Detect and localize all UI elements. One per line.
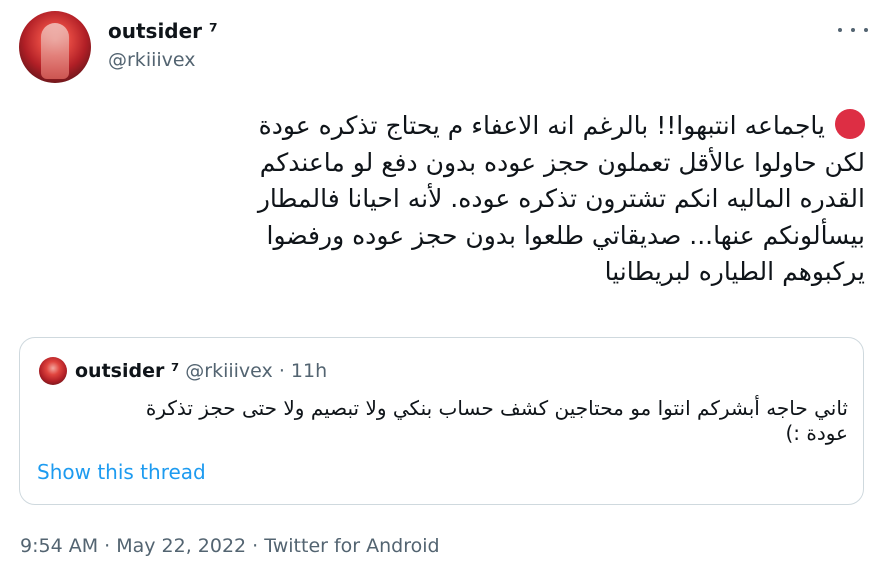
quoted-tweet-text: ثاني حاجه أبشركم انتوا مو محتاجين كشف حس… [36,396,848,446]
tweet-line: القدره الماليه انكم تشترون تذكره عوده. ل… [257,184,865,213]
red-circle-icon [835,109,865,139]
author-handle[interactable]: @rkiiivex [108,49,196,71]
quoted-handle-time: @rkiiivex · 11h [185,360,328,382]
quoted-tweet-card[interactable]: outsider ⁷ @rkiiivex · 11h ثاني حاجه أبشر… [19,337,864,505]
tweet-line: يركبوهم الطياره لبريطانيا [604,257,865,286]
show-thread-link[interactable]: Show this thread [37,460,206,484]
tweet-timestamp[interactable]: 9:54 AM · May 22, 2022 · Twitter for And… [20,535,440,557]
quoted-display-name: outsider ⁷ [75,360,180,382]
quoted-line: ثاني حاجه أبشركم انتوا مو محتاجين كشف حس… [145,396,848,420]
avatar-figure [41,23,69,79]
tweet-line: ياجماعه انتبهوا!! بالرغم انه الاعفاء م ي… [20,108,865,145]
avatar[interactable] [19,11,91,83]
quoted-avatar [39,357,67,385]
author-display-name[interactable]: outsider ⁷ [108,19,218,43]
tweet-line: بيسألونكم عنها... صديقاتي طلعوا بدون حجز… [266,220,866,250]
tweet-line: لكن حاولوا عالأقل تعملون حجز عوده بدون د… [259,147,865,177]
quoted-line: عودة :) [785,421,848,445]
quoted-header: outsider ⁷ @rkiiivex · 11h [75,360,327,382]
more-options-icon[interactable] [838,18,868,42]
tweet-text: ياجماعه انتبهوا!! بالرغم انه الاعفاء م ي… [20,108,865,291]
